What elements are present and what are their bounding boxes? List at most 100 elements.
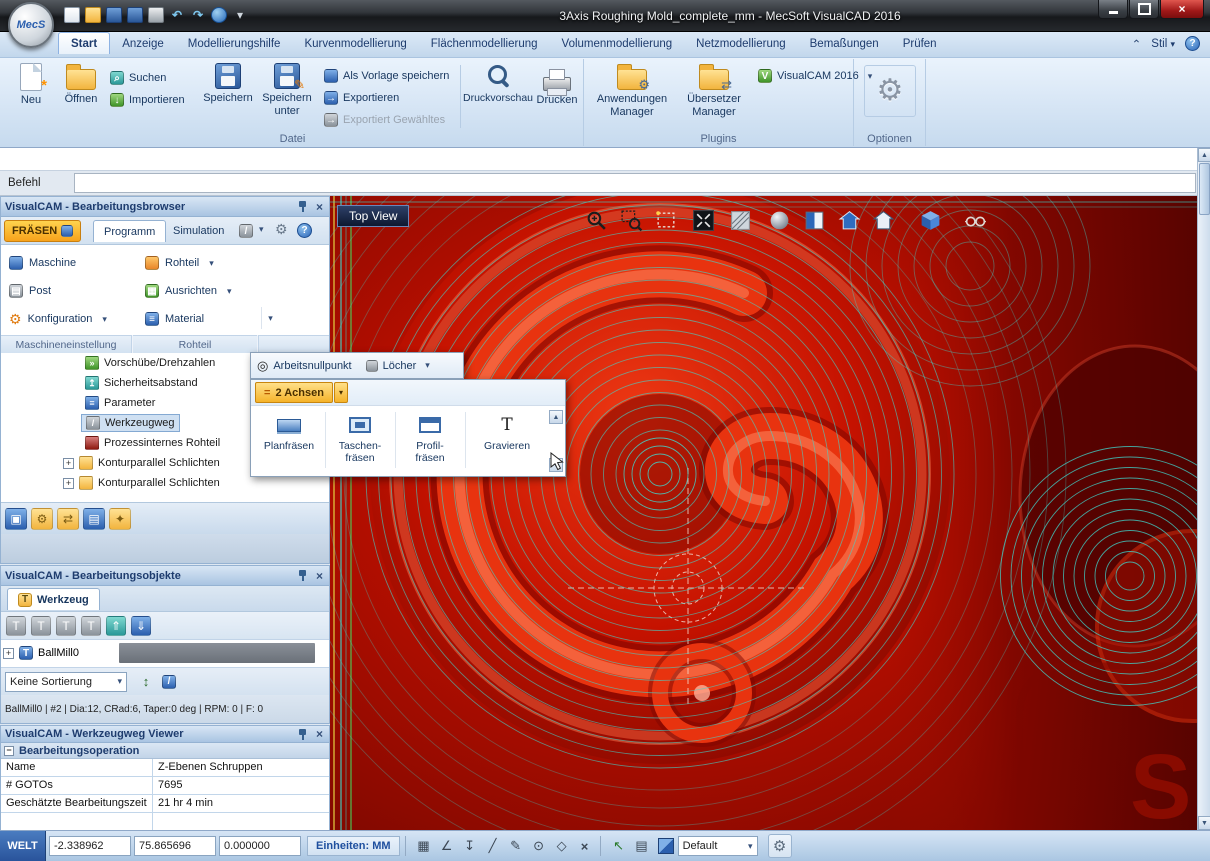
sketch-notes-icon[interactable]: ▤ [632,836,652,856]
duplicate-tool-icon[interactable]: T [56,616,76,636]
qat-menu-caret-icon[interactable]: ▾ [232,7,248,23]
exportiert-gewaehltes-button[interactable]: → Exportiert Gewähltes [324,111,445,129]
group-overflow-caret-icon[interactable]: ▾ [261,307,279,329]
save-icon[interactable] [106,7,122,23]
units-indicator[interactable]: Einheiten: MM [307,836,400,856]
redo-icon[interactable]: ↷ [190,7,206,23]
browser-panel-titlebar[interactable]: VisualCAM - Bearbeitungsbrowser × [1,197,329,217]
split-display-icon[interactable] [803,209,826,232]
wrench-icon[interactable]: / [239,224,253,238]
close-panel-icon[interactable]: × [314,728,325,740]
vertical-scrollbar[interactable]: ▲ ▼ [1197,148,1210,830]
command-input[interactable] [74,173,1196,193]
home-view-house-icon[interactable] [872,209,895,232]
compare-icon[interactable]: ▤ [83,508,105,530]
close-panel-icon[interactable]: × [314,570,325,582]
point-snap-icon[interactable]: ↧ [460,836,480,856]
stereo-glasses-icon[interactable] [964,209,987,232]
isometric-cube-icon[interactable] [919,209,942,232]
select-window-icon[interactable] [655,209,678,232]
holes-button[interactable]: Löcher ▾ [366,360,430,372]
ausrichten-button[interactable]: ▦ Ausrichten ▾ [139,279,251,303]
print-icon[interactable] [148,7,164,23]
importieren-button[interactable]: ↓ Importieren [110,91,185,109]
tab-anzeige[interactable]: Anzeige [110,33,176,54]
minimize-button[interactable] [1098,0,1128,19]
collapse-icon[interactable]: − [4,746,14,756]
als-vorlage-button[interactable]: Als Vorlage speichern [324,67,449,85]
tab-kurvenmodellierung[interactable]: Kurvenmodellierung [292,33,418,54]
zoom-extents-icon[interactable] [692,209,715,232]
material-button[interactable]: ≡ Material [139,307,251,331]
center-snap-icon[interactable]: ⊙ [529,836,549,856]
expand-icon[interactable]: + [63,478,74,489]
tab-bemassungen[interactable]: Bemaßungen [798,33,891,54]
zoom-in-icon[interactable] [585,209,608,232]
maschine-button[interactable]: Maschine [3,251,129,275]
profilfraesen-button[interactable]: Profil-fräsen [397,408,463,474]
cplane-button[interactable]: WELT [0,831,46,861]
quad-snap-icon[interactable]: ◇ [552,836,572,856]
undo-icon[interactable]: ↶ [169,7,185,23]
tool-list-item[interactable]: + T BallMill0 [3,643,79,663]
tab-modellierungshilfe[interactable]: Modellierungshilfe [176,33,293,54]
two-axis-tab[interactable]: = 2 Achsen [255,382,333,403]
speichern-button[interactable]: Speichern [200,63,256,133]
expand-icon[interactable]: + [63,458,74,469]
clear-snaps-icon[interactable]: × [575,836,595,856]
help-icon[interactable]: ? [1185,36,1200,51]
fraesen-module-button[interactable]: FRÄSEN [4,220,81,242]
tab-flaechenmodellierung[interactable]: Flächenmodellierung [419,33,550,54]
druckvorschau-button[interactable]: Druckvorschau [464,63,532,133]
browser-gear-icon[interactable]: ⚙ [275,221,288,238]
scroll-up-icon[interactable]: ▲ [1198,148,1210,162]
zoom-window-icon[interactable] [620,209,643,232]
browser-help-icon[interactable]: ? [297,223,312,238]
grid-snap-icon[interactable]: ▦ [414,836,434,856]
sort-dropdown[interactable]: Keine Sortierung▾ [5,672,127,692]
save-all-icon[interactable] [127,7,143,23]
anwendungen-manager-button[interactable]: ⚙ Anwendungen Manager [592,63,672,133]
speichern-unter-button[interactable]: ✎ Speichern unter [258,63,316,133]
scrollbar-thumb[interactable] [1199,163,1210,215]
front-view-house-icon[interactable] [838,209,861,232]
pin-icon[interactable] [298,728,307,741]
fixture-icon[interactable]: ⚙ [31,508,53,530]
midpoint-snap-icon[interactable]: ✎ [506,836,526,856]
planfraesen-button[interactable]: Planfräsen [255,408,323,474]
sort-custom-icon[interactable]: / [162,675,176,689]
optionen-button[interactable]: ⚙ [864,65,916,117]
machine-sim-icon[interactable]: ⇄ [57,508,79,530]
stil-dropdown[interactable]: Stil ▾ [1151,38,1175,50]
maximize-button[interactable] [1129,0,1159,19]
edit-tool-icon[interactable]: T [31,616,51,636]
save-tool-library-icon[interactable]: ⇓ [131,616,151,636]
pin-icon[interactable] [298,569,307,582]
tab-volumenmodellierung[interactable]: Volumenmodellierung [550,33,685,54]
operation-section-header[interactable]: − Bearbeitungsoperation [1,743,329,759]
post-button[interactable]: ▤ Post [3,279,129,303]
uebersetzer-manager-button[interactable]: ⇄ Übersetzer Manager [676,63,752,133]
work-zero-button[interactable]: ◎ Arbeitsnullpunkt [257,358,352,374]
tab-start[interactable]: Start [58,32,110,54]
objects-panel-titlebar[interactable]: VisualCAM - Bearbeitungsobjekte × [1,566,329,586]
open-icon[interactable] [85,7,101,23]
viewer-panel-titlebar[interactable]: VisualCAM - Werkzeugweg Viewer × [1,726,329,743]
two-axis-caret-icon[interactable]: ▾ [334,382,348,403]
tab-pruefen[interactable]: Prüfen [891,33,949,54]
scroll-down-icon[interactable]: ▼ [1198,816,1210,830]
gravieren-button[interactable]: T Gravieren [467,408,547,474]
suchen-button[interactable]: ⌕ Suchen [110,69,166,87]
konfiguration-button[interactable]: ⚙ Konfiguration ▾ [3,307,129,331]
rohteil-button[interactable]: Rohteil ▾ [139,251,251,275]
neu-button[interactable]: * Neu [8,63,54,133]
pin-icon[interactable] [298,200,307,213]
select-cursor-icon[interactable]: ↖ [609,836,629,856]
exportieren-button[interactable]: → Exportieren [324,89,399,107]
delete-tool-icon[interactable]: T [81,616,101,636]
tab-werkzeug[interactable]: T Werkzeug [7,588,100,610]
tab-programm[interactable]: Programm [93,220,166,242]
tab-simulation[interactable]: Simulation [163,220,234,242]
close-panel-icon[interactable]: × [314,201,325,213]
hatch-display-icon[interactable] [729,209,752,232]
